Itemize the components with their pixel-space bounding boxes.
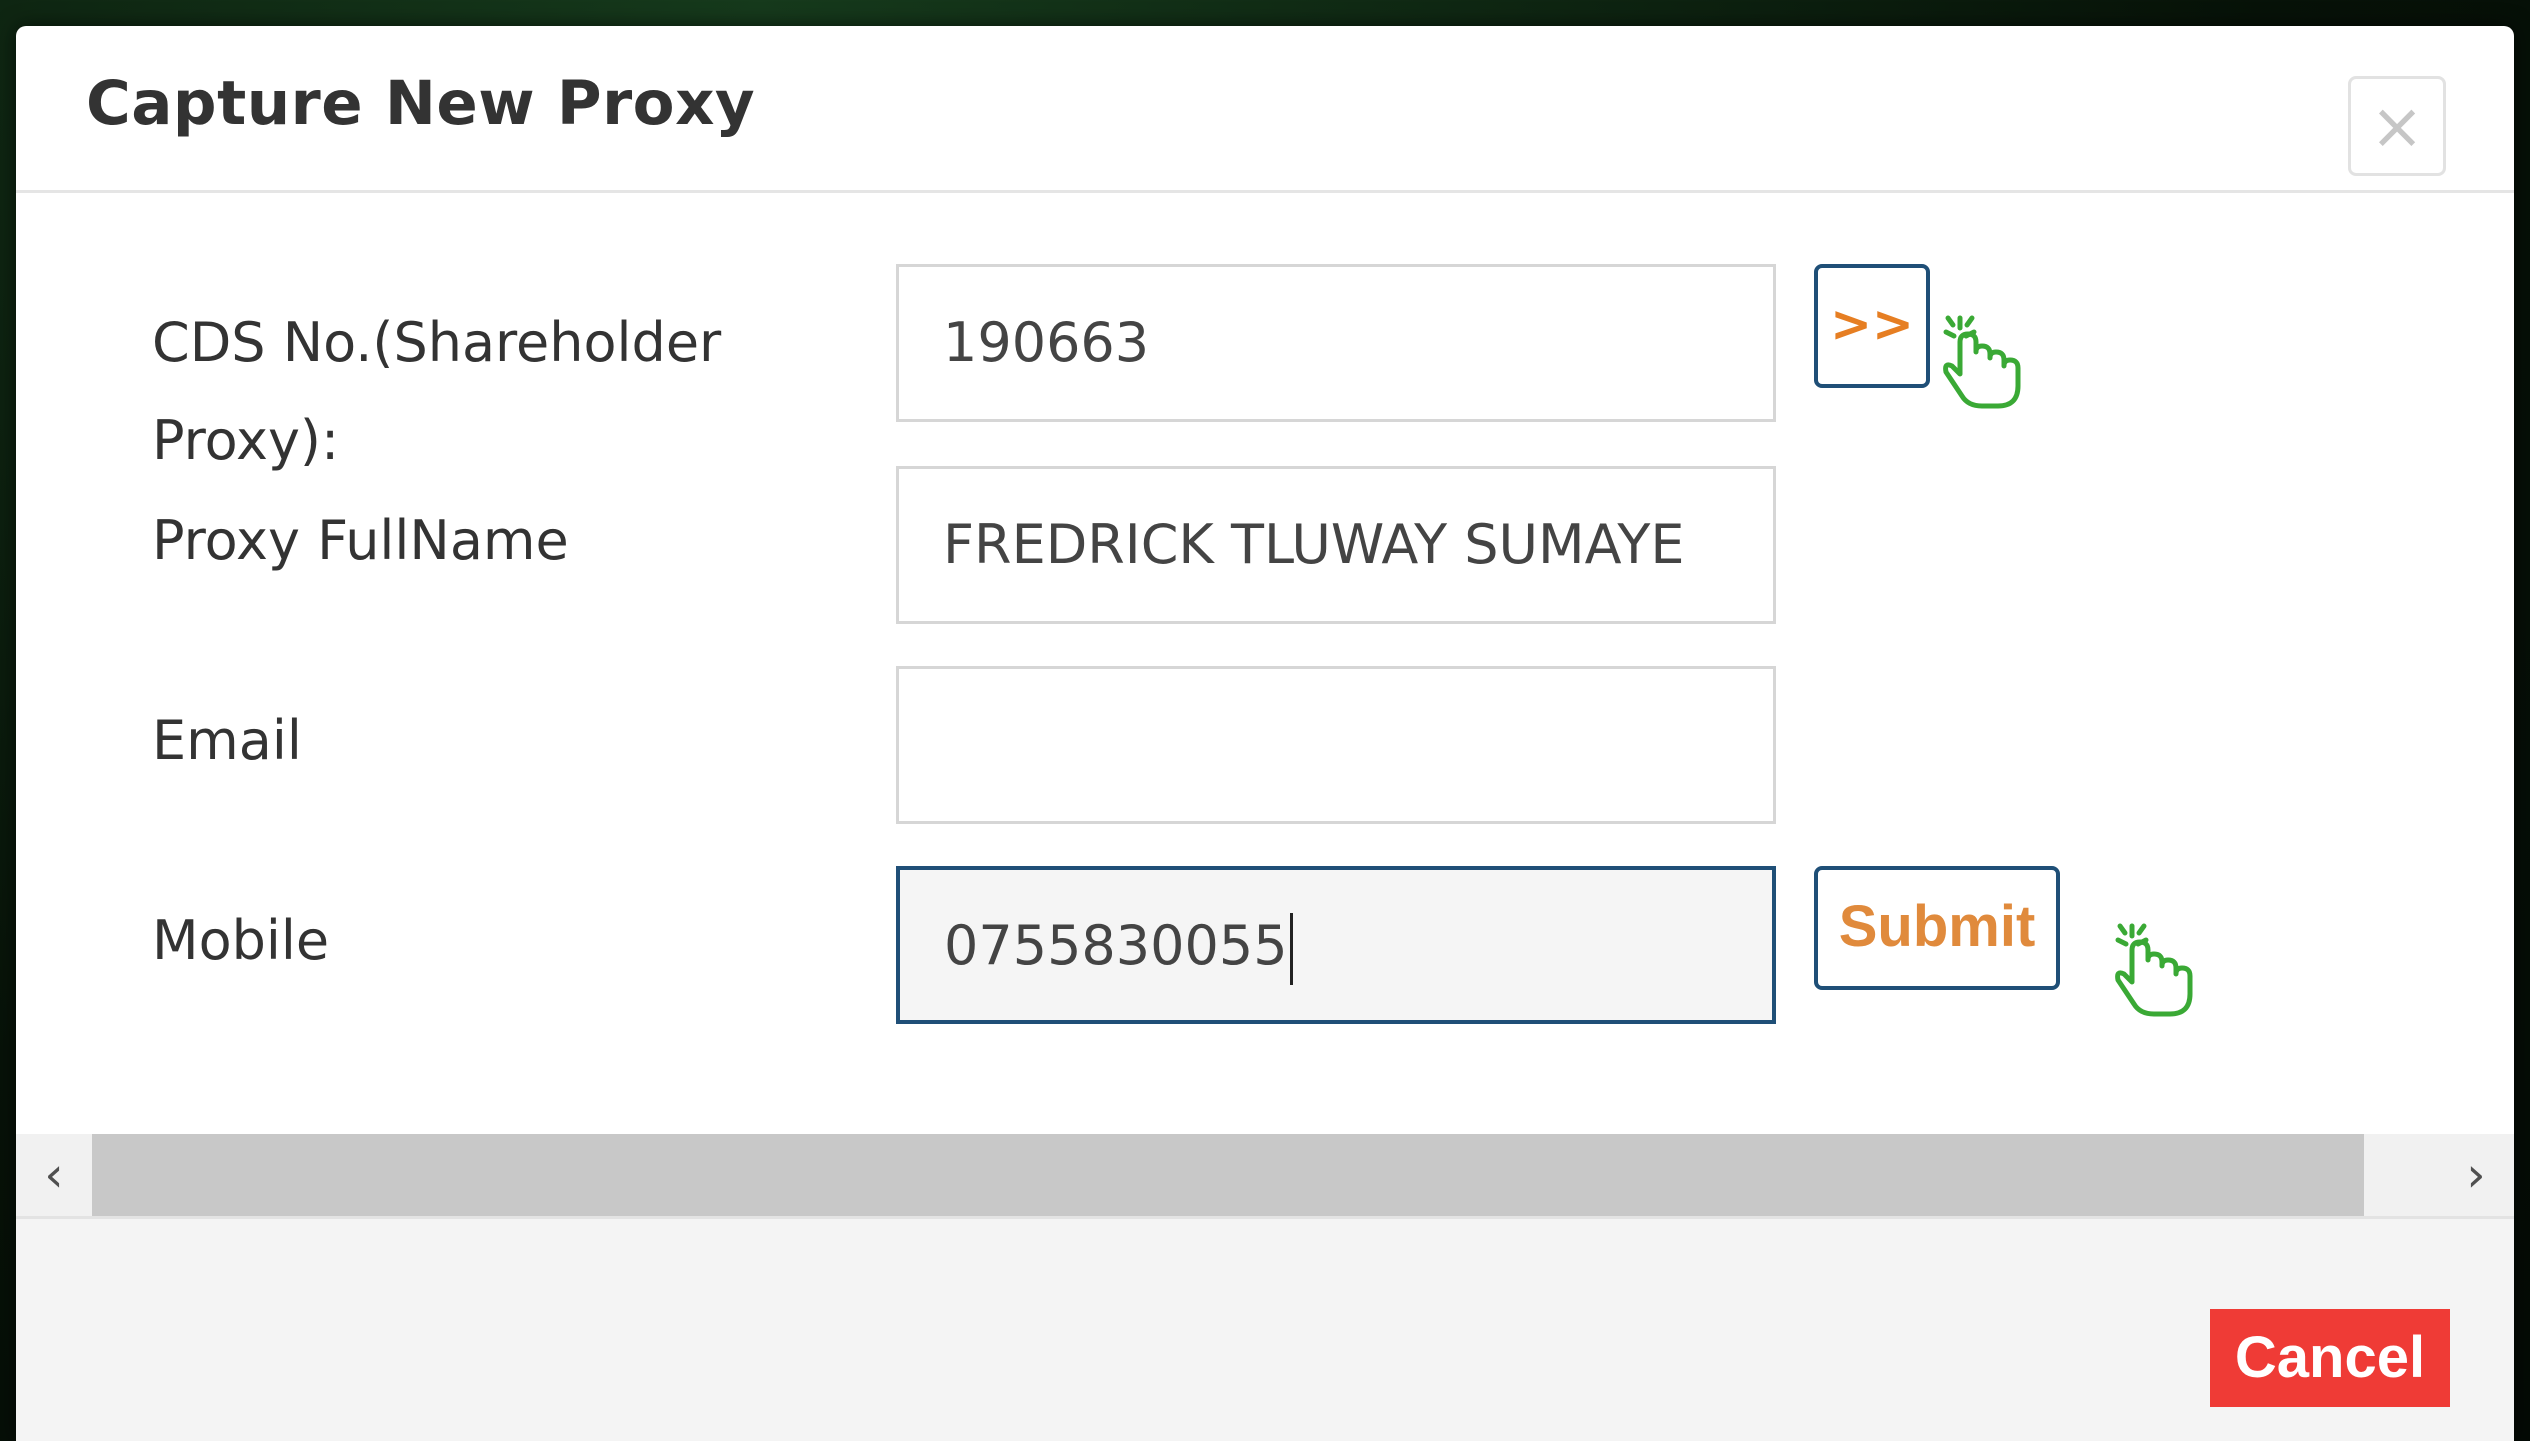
capture-proxy-modal: Capture New Proxy × CDS No.(Shareholder … bbox=[16, 26, 2514, 1441]
cancel-button[interactable]: Cancel bbox=[2210, 1309, 2450, 1407]
mobile-input[interactable]: 0755830055 bbox=[896, 866, 1776, 1024]
cds-number-label-line2: Proxy): bbox=[152, 409, 340, 472]
cds-number-label-line1: CDS No.(Shareholder bbox=[152, 311, 722, 374]
proxy-fullname-value: FREDRICK TLUWAY SUMAYE bbox=[943, 513, 1685, 576]
horizontal-scrollbar[interactable]: ‹ › bbox=[16, 1134, 2514, 1216]
lookup-proxy-button[interactable]: >> bbox=[1814, 264, 1930, 388]
cds-number-value: 190663 bbox=[943, 311, 1150, 374]
submit-button[interactable]: Submit bbox=[1814, 866, 2060, 990]
pointer-hand-icon bbox=[2115, 923, 2193, 1017]
close-icon: × bbox=[2370, 90, 2424, 164]
chevron-right-icon[interactable]: › bbox=[2438, 1134, 2514, 1216]
chevron-left-icon[interactable]: ‹ bbox=[16, 1134, 92, 1216]
mobile-value: 0755830055 bbox=[944, 914, 1288, 977]
close-button[interactable]: × bbox=[2348, 76, 2446, 176]
proxy-fullname-label: Proxy FullName bbox=[152, 509, 569, 572]
modal-header: Capture New Proxy × bbox=[16, 26, 2514, 193]
cds-number-input[interactable]: 190663 bbox=[896, 264, 1776, 422]
text-caret bbox=[1289, 913, 1293, 986]
modal-footer: Cancel bbox=[16, 1216, 2514, 1441]
modal-title: Capture New Proxy bbox=[86, 68, 756, 139]
email-label: Email bbox=[152, 709, 302, 772]
email-input[interactable] bbox=[896, 666, 1776, 824]
proxy-fullname-input[interactable]: FREDRICK TLUWAY SUMAYE bbox=[896, 466, 1776, 624]
mobile-label: Mobile bbox=[152, 909, 330, 972]
pointer-hand-icon bbox=[1943, 315, 2021, 409]
cds-number-label: CDS No.(Shareholder Proxy): bbox=[152, 294, 721, 490]
scrollbar-thumb[interactable] bbox=[92, 1134, 2364, 1216]
